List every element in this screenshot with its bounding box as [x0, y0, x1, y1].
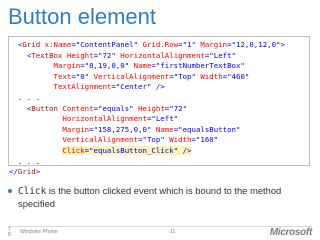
code-line-11: Click="equalsButton_Click" />	[9, 145, 309, 157]
code-token: />	[182, 145, 192, 155]
bullet-code-word: Click	[18, 186, 47, 197]
code-value: "Left"	[209, 50, 236, 60]
page-number: 11	[170, 229, 176, 235]
code-attr: Width	[169, 135, 192, 145]
code-attr: x:Name	[44, 40, 72, 49]
code-token: >	[280, 40, 285, 49]
slide-title: Button element	[8, 4, 156, 29]
code-attr: VerticalAlignment	[62, 135, 139, 145]
code-line-6: . . .	[9, 93, 309, 104]
code-lines: <Grid x:Name="ContentPanel" Grid.Row="1"…	[9, 40, 309, 178]
microsoft-logo: Microsoft	[269, 227, 313, 238]
code-value: "1"	[182, 40, 196, 49]
code-tag: Grid	[17, 167, 36, 177]
code-attr: Name	[133, 61, 152, 71]
bullet-text: is the button clicked event which is bou…	[18, 185, 282, 209]
code-value: "72"	[169, 103, 188, 113]
slide-number: 7 8	[8, 227, 11, 238]
code-value: "12,0,12,0"	[231, 40, 281, 49]
code-attr: VerticalAlignment	[93, 71, 170, 81]
code-value: "8,19,0,0"	[84, 61, 130, 71]
code-line-1: <Grid x:Name="ContentPanel" Grid.Row="1"…	[17, 40, 285, 49]
code-value: "equals"	[98, 103, 134, 113]
code-line-10: VerticalAlignment="Top" Width="160"	[62, 135, 219, 145]
code-attr: Height	[138, 103, 165, 113]
code-token: >	[35, 167, 41, 177]
code-attr: Click	[62, 145, 85, 155]
code-value: "0"	[75, 71, 90, 81]
code-line-5: TextAlignment="Center" />	[53, 82, 165, 92]
slide: Button element <Grid x:Name="ContentPane…	[0, 0, 320, 240]
footer-title: Windows Phone	[20, 229, 58, 235]
code-attr: TextAlignment	[53, 82, 112, 92]
code-attr: Margin	[62, 124, 90, 134]
code-token: />	[155, 82, 165, 92]
code-tag: Grid	[22, 40, 41, 49]
code-value: "equalsButton_Click"	[89, 145, 179, 155]
footer-divider	[8, 226, 312, 227]
code-line-9: Margin="158,275,0,0" Name="equalsButton"	[62, 124, 241, 134]
code-line-12: . . .	[9, 157, 309, 168]
code-attr: Margin	[200, 40, 228, 49]
code-line-13: </Grid>	[9, 167, 309, 178]
code-value: "firstNumberTextBox"	[155, 61, 245, 71]
code-value: "460"	[227, 71, 250, 81]
code-attr: Text	[53, 71, 72, 81]
code-value: "Center"	[115, 82, 152, 92]
code-attr: Grid.Row	[142, 40, 179, 49]
highlighted-click-attribute: Click="equalsButton_Click" />	[62, 145, 192, 155]
code-line-7: <Button Content="equals" Height="72"	[26, 103, 188, 113]
code-attr: Margin	[53, 61, 81, 71]
code-value: "equalsButton"	[178, 124, 241, 134]
code-tag: Button	[31, 103, 58, 113]
code-line-3: Margin="8,19,0,0" Name="firstNumberTextB…	[53, 61, 245, 71]
code-value: "Top"	[173, 71, 196, 81]
code-ellipsis: . . .	[17, 156, 41, 166]
bullet-item: Click is the button clicked event which …	[18, 185, 308, 210]
code-value: "160"	[195, 135, 219, 145]
bullet-dot-icon	[8, 189, 12, 193]
code-block: <Grid x:Name="ContentPanel" Grid.Row="1"…	[8, 36, 310, 176]
footer: 7 8 Windows Phone 11 Microsoft	[0, 226, 320, 240]
code-value: "ContentPanel"	[75, 40, 139, 49]
code-value: "Left"	[151, 114, 179, 124]
code-attr: Width	[200, 71, 223, 81]
code-value: "158,275,0,0"	[93, 124, 152, 134]
code-line-8: HorizontalAlignment="Left"	[62, 114, 179, 124]
code-value: "Top"	[142, 135, 165, 145]
code-attr: Content	[62, 103, 94, 113]
code-attr: HorizontalAlignment	[120, 50, 205, 60]
code-ellipsis: . . .	[17, 92, 41, 102]
code-attr: Name	[155, 124, 174, 134]
code-line-2: <TextBox Height="72" HorizontalAlignment…	[26, 50, 236, 60]
code-value: "72"	[98, 50, 116, 60]
code-token: </	[9, 167, 18, 177]
code-line-4: Text="0" VerticalAlignment="Top" Width="…	[53, 71, 250, 81]
code-attr: HorizontalAlignment	[62, 114, 147, 124]
code-tag: TextBox	[31, 50, 63, 60]
code-attr: Height	[66, 50, 94, 60]
